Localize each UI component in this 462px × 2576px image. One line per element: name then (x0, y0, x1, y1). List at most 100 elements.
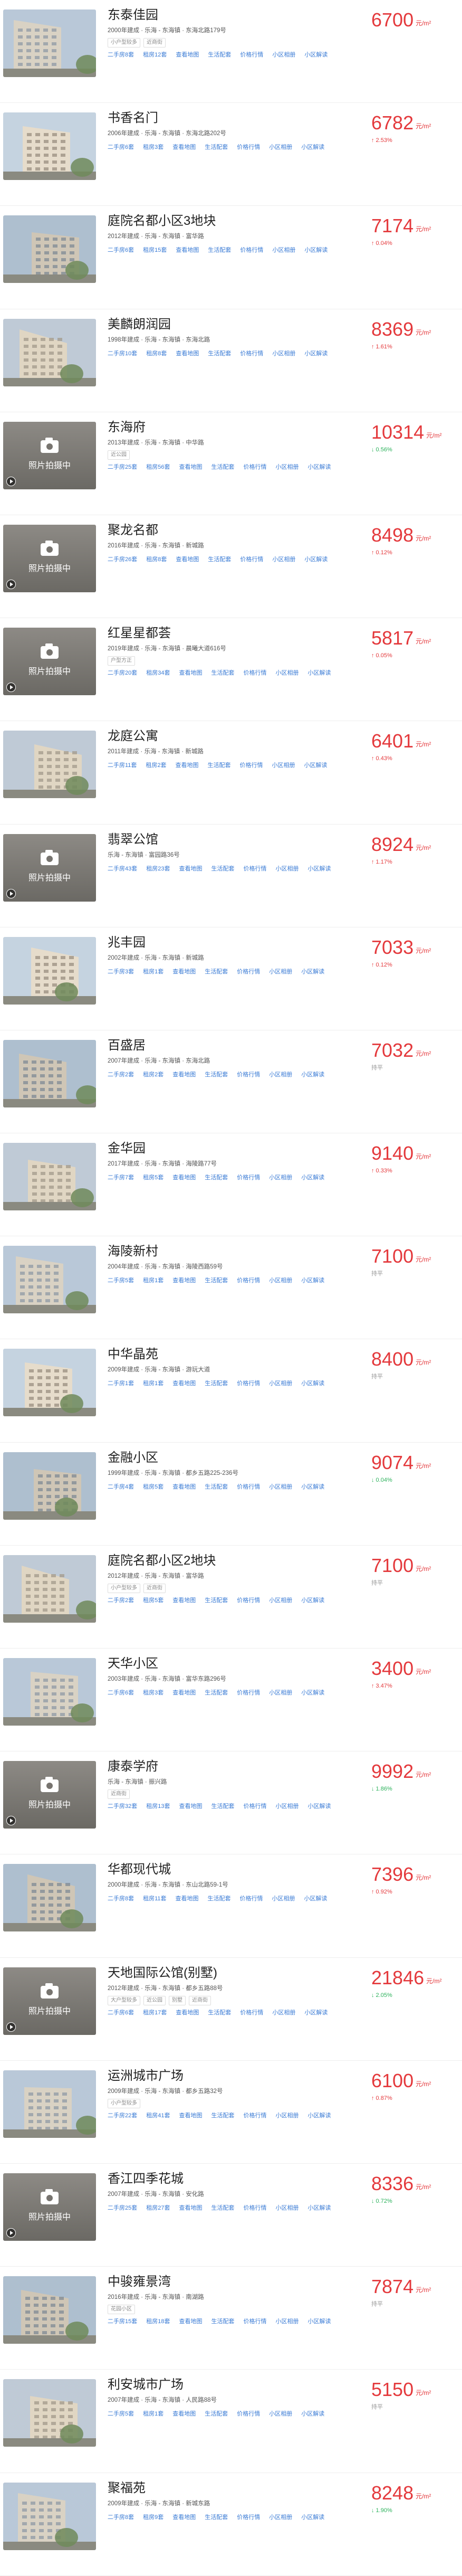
community-photo[interactable]: 照片拍摄中 (3, 1967, 96, 2035)
community-photo[interactable] (3, 1658, 96, 1726)
album-link[interactable]: 小区相册 (272, 555, 295, 564)
secondhand-link[interactable]: 二手房3套 (108, 968, 134, 976)
analysis-link[interactable]: 小区解读 (301, 2410, 324, 2418)
price-trend-link[interactable]: 价格行情 (240, 349, 263, 358)
album-link[interactable]: 小区相册 (269, 1173, 292, 1182)
secondhand-link[interactable]: 二手房7套 (108, 1173, 134, 1182)
map-link[interactable]: 查看地图 (172, 2513, 196, 2522)
secondhand-link[interactable]: 二手房26套 (108, 555, 137, 564)
community-name[interactable]: 天华小区 (108, 1656, 371, 1672)
album-link[interactable]: 小区相册 (269, 968, 292, 976)
rent-link[interactable]: 租房17套 (143, 2009, 167, 2017)
community-name[interactable]: 聚龙名都 (108, 523, 371, 538)
community-photo[interactable] (3, 2482, 96, 2550)
price-trend-link[interactable]: 价格行情 (237, 1276, 260, 1285)
analysis-link[interactable]: 小区解读 (301, 1483, 324, 1491)
community-photo[interactable] (3, 1452, 96, 1520)
rent-link[interactable]: 租房2套 (146, 761, 166, 770)
community-item[interactable]: 百盛居 2007年建成 · 乐海 - 东海镇 · 东海北路 二手房2套 租房2套 查… (0, 1030, 462, 1134)
community-item[interactable]: 照片拍摄中 康泰学府 乐海 - 东海镇 · 振兴路 近商街 二手房32套 租房13… (0, 1751, 462, 1855)
rent-link[interactable]: 租房56套 (146, 463, 170, 471)
album-link[interactable]: 小区相册 (276, 463, 299, 471)
rent-link[interactable]: 租房23套 (146, 865, 170, 873)
price-trend-link[interactable]: 价格行情 (237, 143, 260, 151)
community-photo[interactable] (3, 2276, 96, 2344)
analysis-link[interactable]: 小区解读 (301, 1689, 324, 1697)
analysis-link[interactable]: 小区解读 (304, 761, 328, 770)
community-item[interactable]: 华都现代城 2000年建成 · 乐海 - 东海镇 · 东山北路59-1号 二手房… (0, 1854, 462, 1958)
analysis-link[interactable]: 小区解读 (308, 2317, 331, 2326)
rent-link[interactable]: 租房5套 (143, 1483, 163, 1491)
price-trend-link[interactable]: 价格行情 (240, 1895, 263, 1903)
map-link[interactable]: 查看地图 (176, 1895, 199, 1903)
amenities-link[interactable]: 生活配套 (211, 1802, 235, 1811)
rent-link[interactable]: 租房1套 (143, 1276, 163, 1285)
secondhand-link[interactable]: 二手房6套 (108, 1689, 134, 1697)
map-link[interactable]: 查看地图 (176, 51, 199, 59)
community-item[interactable]: 金融小区 1999年建成 · 乐海 - 东海镇 · 都乡五路225-236号 二… (0, 1443, 462, 1546)
album-link[interactable]: 小区相册 (269, 143, 292, 151)
rent-link[interactable]: 租房5套 (143, 1173, 163, 1182)
price-trend-link[interactable]: 价格行情 (244, 463, 267, 471)
secondhand-link[interactable]: 二手房2套 (108, 1071, 134, 1079)
analysis-link[interactable]: 小区解读 (301, 2513, 324, 2522)
amenities-link[interactable]: 生活配套 (208, 555, 231, 564)
amenities-link[interactable]: 生活配套 (211, 865, 235, 873)
album-link[interactable]: 小区相册 (269, 2513, 292, 2522)
community-item[interactable]: 照片拍摄中 红星星都荟 2019年建成 · 乐海 - 东海镇 · 晨曦大道616… (0, 618, 462, 722)
community-photo[interactable] (3, 1246, 96, 1314)
amenities-link[interactable]: 生活配套 (211, 2111, 235, 2120)
album-link[interactable]: 小区相册 (269, 1276, 292, 1285)
community-item[interactable]: 照片拍摄中 香江四季花城 2007年建成 · 乐海 - 东海镇 · 安化路 二手… (0, 2164, 462, 2267)
map-link[interactable]: 查看地图 (172, 1276, 196, 1285)
price-trend-link[interactable]: 价格行情 (244, 2317, 267, 2326)
analysis-link[interactable]: 小区解读 (301, 1173, 324, 1182)
amenities-link[interactable]: 生活配套 (205, 2513, 228, 2522)
amenities-link[interactable]: 生活配套 (208, 349, 231, 358)
analysis-link[interactable]: 小区解读 (301, 1596, 324, 1605)
map-link[interactable]: 查看地图 (176, 349, 199, 358)
community-name[interactable]: 书香名门 (108, 110, 371, 126)
community-item[interactable]: 中骏雍景湾 2016年建成 · 乐海 - 东海镇 · 南湖路 花园小区 二手房1… (0, 2267, 462, 2370)
secondhand-link[interactable]: 二手房5套 (108, 2410, 134, 2418)
amenities-link[interactable]: 生活配套 (208, 761, 231, 770)
play-icon[interactable] (6, 2228, 16, 2238)
map-link[interactable]: 查看地图 (172, 968, 196, 976)
rent-link[interactable]: 租房1套 (143, 968, 163, 976)
amenities-link[interactable]: 生活配套 (205, 1276, 228, 1285)
community-name[interactable]: 龙庭公寓 (108, 728, 371, 744)
rent-link[interactable]: 租房13套 (146, 1802, 170, 1811)
analysis-link[interactable]: 小区解读 (301, 1071, 324, 1079)
price-trend-link[interactable]: 价格行情 (240, 2009, 263, 2017)
price-trend-link[interactable]: 价格行情 (244, 2204, 267, 2212)
album-link[interactable]: 小区相册 (269, 1379, 292, 1388)
analysis-link[interactable]: 小区解读 (304, 1895, 328, 1903)
community-name[interactable]: 运洲城市广场 (108, 2068, 371, 2084)
map-link[interactable]: 查看地图 (179, 1802, 203, 1811)
community-item[interactable]: 龙庭公寓 2011年建成 · 乐海 - 东海镇 · 新城路 二手房11套 租房2套… (0, 721, 462, 825)
rent-link[interactable]: 租房18套 (146, 2317, 170, 2326)
rent-link[interactable]: 租房9套 (143, 2513, 163, 2522)
community-item[interactable]: 运洲城市广场 2009年建成 · 乐海 - 东海镇 · 都乡五路32号 小户型较… (0, 2061, 462, 2164)
rent-link[interactable]: 租房11套 (143, 1895, 166, 1903)
analysis-link[interactable]: 小区解读 (308, 669, 331, 677)
album-link[interactable]: 小区相册 (272, 51, 295, 59)
price-trend-link[interactable]: 价格行情 (237, 968, 260, 976)
price-trend-link[interactable]: 价格行情 (240, 555, 263, 564)
community-item[interactable]: 照片拍摄中 东海府 2013年建成 · 乐海 - 东海镇 · 中华路 近公园 二… (0, 412, 462, 515)
price-trend-link[interactable]: 价格行情 (237, 1071, 260, 1079)
amenities-link[interactable]: 生活配套 (211, 669, 235, 677)
community-item[interactable]: 东泰佳园 2000年建成 · 乐海 - 东海镇 · 东海北路179号 小户型较多… (0, 0, 462, 103)
community-name[interactable]: 庭院名都小区2地块 (108, 1553, 371, 1569)
map-link[interactable]: 查看地图 (172, 1071, 196, 1079)
community-name[interactable]: 金华园 (108, 1141, 371, 1157)
secondhand-link[interactable]: 二手房8套 (108, 51, 134, 59)
amenities-link[interactable]: 生活配套 (208, 1895, 231, 1903)
community-photo[interactable]: 照片拍摄中 (3, 834, 96, 902)
album-link[interactable]: 小区相册 (272, 246, 295, 254)
album-link[interactable]: 小区相册 (269, 1596, 292, 1605)
album-link[interactable]: 小区相册 (276, 1802, 299, 1811)
price-trend-link[interactable]: 价格行情 (237, 1596, 260, 1605)
price-trend-link[interactable]: 价格行情 (237, 1483, 260, 1491)
secondhand-link[interactable]: 二手房8套 (108, 1895, 134, 1903)
